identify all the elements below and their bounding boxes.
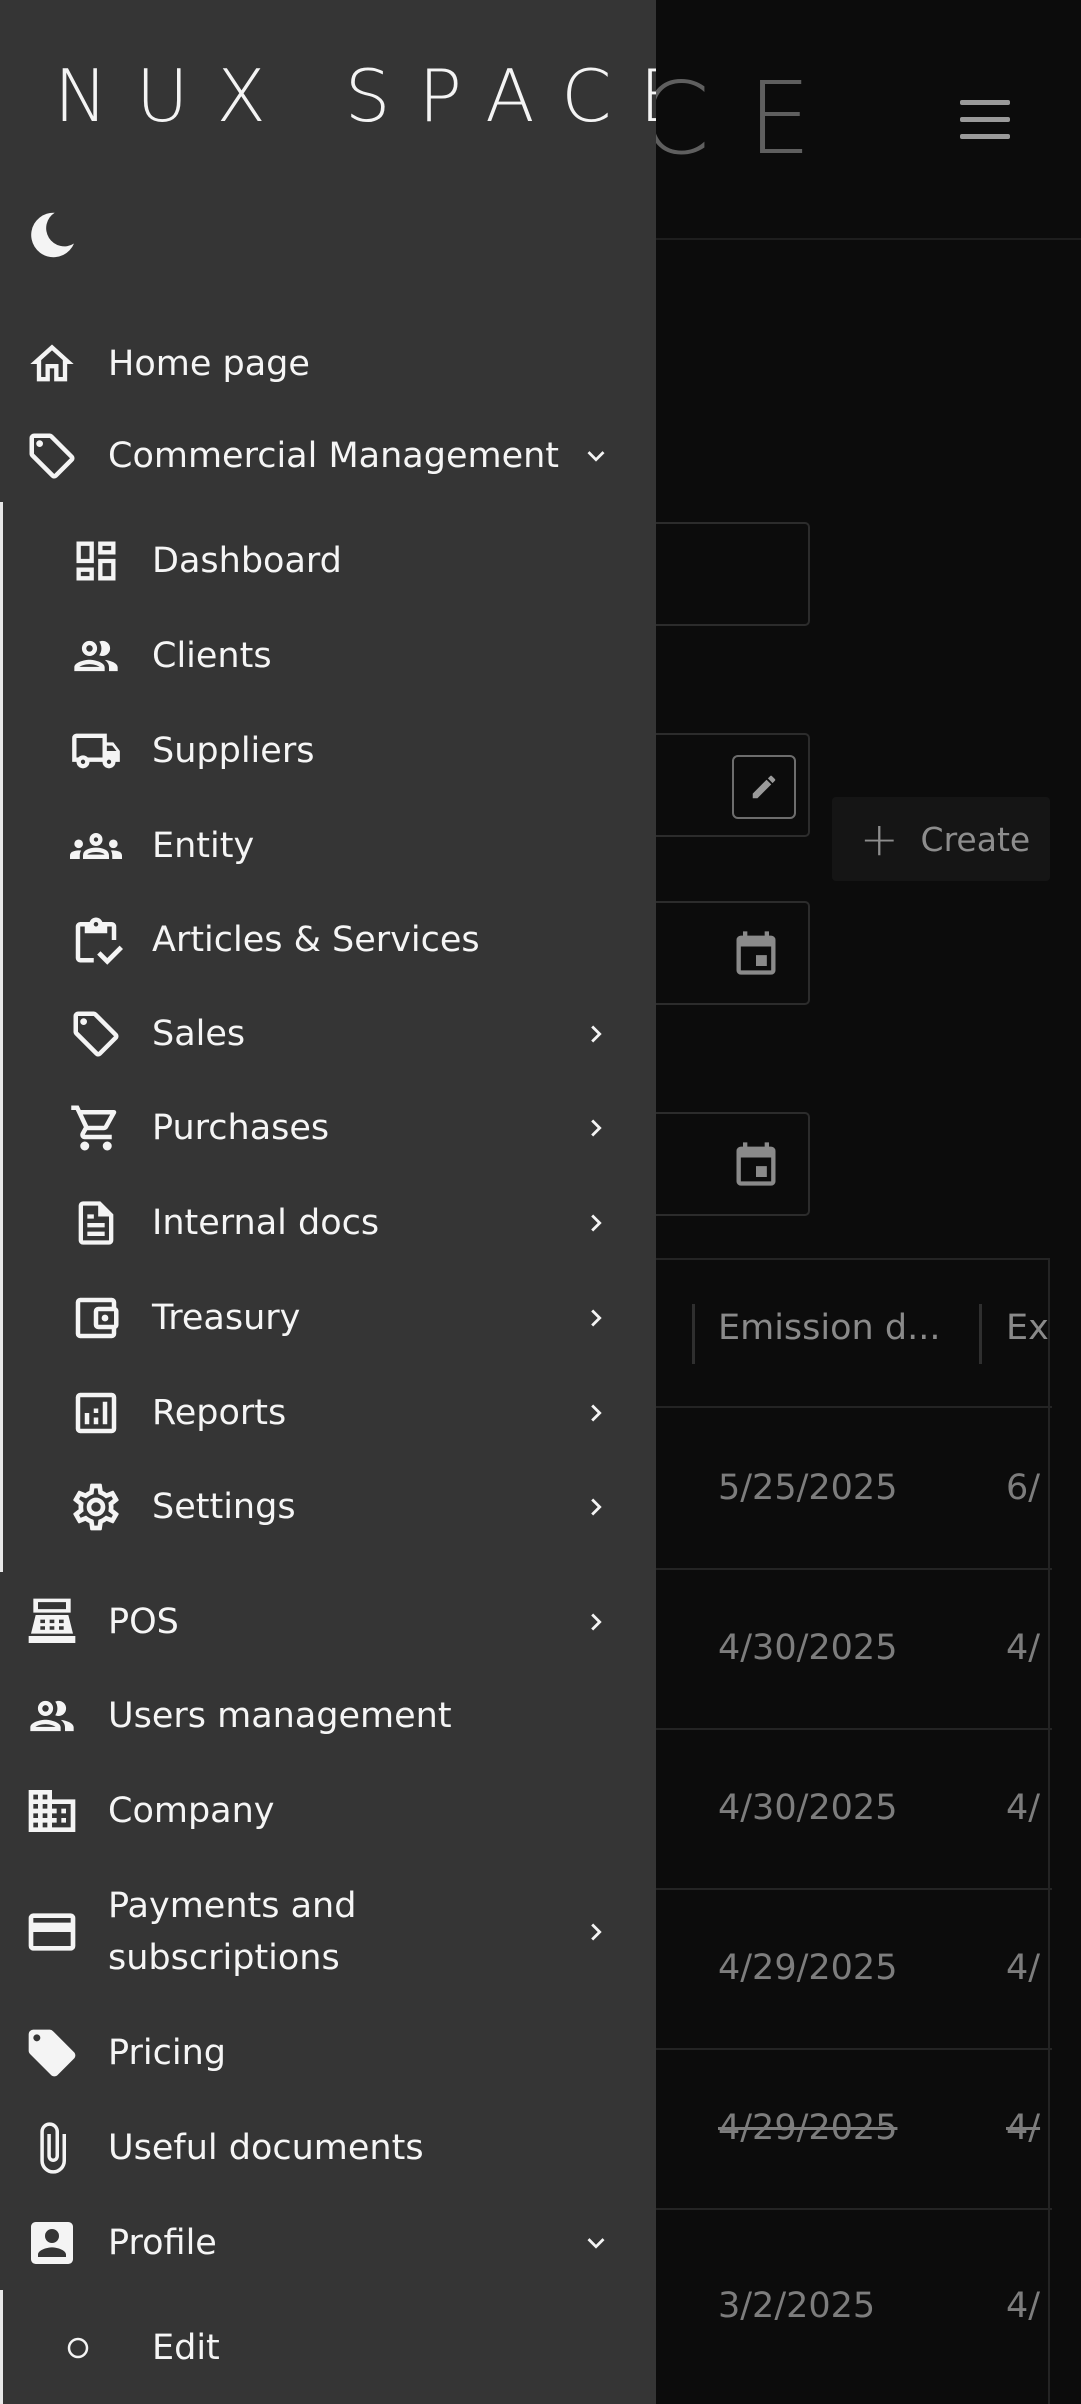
chevron-right-icon[interactable] xyxy=(566,1193,626,1253)
chevron-down-icon[interactable] xyxy=(566,426,626,486)
home-icon xyxy=(22,334,82,394)
paperclip-icon xyxy=(22,2118,82,2178)
report-chart-icon xyxy=(66,1383,126,1443)
background-logo: CE xyxy=(640,60,850,177)
nav-item-settings[interactable]: Settings xyxy=(0,1477,656,1537)
create-button-label: Create xyxy=(920,819,1031,859)
nav-label: Sales xyxy=(152,1014,246,1054)
people-icon xyxy=(22,1686,82,1746)
tag-outline-icon xyxy=(22,426,82,486)
dashboard-icon xyxy=(66,531,126,591)
nav-item-users-management[interactable]: Users management xyxy=(0,1686,656,1746)
nav-item-pos[interactable]: POS xyxy=(0,1592,656,1652)
nav-item-articles-services[interactable]: Articles & Services xyxy=(0,910,656,970)
chevron-right-icon[interactable] xyxy=(566,1383,626,1443)
moon-icon[interactable] xyxy=(24,205,84,265)
building-icon xyxy=(22,1781,82,1841)
chevron-right-icon[interactable] xyxy=(566,1288,626,1348)
nav-item-entity[interactable]: Entity xyxy=(0,816,656,876)
chevron-right-icon[interactable] xyxy=(566,1004,626,1064)
document-icon xyxy=(66,1193,126,1253)
nav-item-sales[interactable]: Sales xyxy=(0,1004,656,1064)
navigation-drawer: NUX SPACE Home page Commercial Managemen… xyxy=(0,0,656,2404)
nav-label: Clients xyxy=(152,636,272,676)
nav-label: Settings xyxy=(152,1487,296,1527)
table-row[interactable]: 4/29/2025 4/ xyxy=(602,2050,1052,2210)
nav-label: Edit xyxy=(152,2328,220,2368)
nav-item-profile[interactable]: Profile xyxy=(0,2213,656,2273)
nav-item-useful-documents[interactable]: Useful documents xyxy=(0,2118,656,2178)
documents-table: Emission d... Ex 5/25/2025 6/ 4/30/2025 … xyxy=(600,1258,1052,2404)
nav-item-suppliers[interactable]: Suppliers xyxy=(0,721,656,781)
table-row[interactable]: 4/30/2025 4/ xyxy=(602,1730,1052,1890)
nav-item-home-page[interactable]: Home page xyxy=(0,334,656,394)
nav-item-internal-docs[interactable]: Internal docs xyxy=(0,1193,656,1253)
table-row[interactable]: 4/29/2025 4/ xyxy=(602,1890,1052,2050)
nav-label: Useful documents xyxy=(108,2128,424,2168)
nav-item-pricing[interactable]: Pricing xyxy=(0,2023,656,2083)
nav-label: Entity xyxy=(152,826,255,866)
nav-label: Treasury xyxy=(152,1298,301,1338)
calendar-icon[interactable] xyxy=(728,925,784,981)
nav-label: Pricing xyxy=(108,2033,226,2073)
people-icon xyxy=(66,626,126,686)
nav-item-company[interactable]: Company xyxy=(0,1781,656,1841)
table-row[interactable]: 5/25/2025 6/ xyxy=(602,1410,1052,1570)
account-box-icon xyxy=(22,2213,82,2273)
nav-item-treasury[interactable]: Treasury xyxy=(0,1288,656,1348)
chevron-right-icon[interactable] xyxy=(566,1592,626,1652)
nav-item-commercial-management[interactable]: Commercial Management xyxy=(0,426,656,486)
nav-label: Purchases xyxy=(152,1108,330,1148)
tag-filled-icon xyxy=(22,2023,82,2083)
table-row[interactable]: 4/30/2025 4/ xyxy=(602,1570,1052,1730)
edit-pencil-icon[interactable] xyxy=(732,755,796,819)
nav-label: Users management xyxy=(108,1696,452,1736)
nav-label: Home page xyxy=(108,344,310,384)
nav-label: Internal docs xyxy=(152,1203,380,1243)
plus-icon: + xyxy=(860,812,899,866)
nav-item-purchases[interactable]: Purchases xyxy=(0,1098,656,1158)
calendar-icon[interactable] xyxy=(728,1136,784,1192)
nav-item-edit[interactable]: Edit xyxy=(0,2318,656,2378)
nav-label: Suppliers xyxy=(152,731,315,771)
nav-label: Commercial Management xyxy=(108,436,560,476)
cash-register-icon xyxy=(22,1592,82,1652)
nav-item-payments-subscriptions[interactable]: Payments and subscriptions xyxy=(0,1880,656,1984)
tag-outline-icon xyxy=(66,1004,126,1064)
credit-card-icon xyxy=(22,1902,82,1962)
gear-icon xyxy=(66,1477,126,1537)
nav-item-reports[interactable]: Reports xyxy=(0,1383,656,1443)
wallet-icon xyxy=(66,1288,126,1348)
column-header[interactable]: Ex xyxy=(1006,1308,1049,1348)
hamburger-menu-icon[interactable] xyxy=(960,100,1014,140)
nav-label: Articles & Services xyxy=(152,920,480,960)
truck-icon xyxy=(66,721,126,781)
create-button[interactable]: + Create xyxy=(832,797,1050,881)
nav-label: Company xyxy=(108,1791,275,1831)
table-row[interactable]: 3/2/2025 4/ xyxy=(602,2210,1052,2404)
chevron-right-icon[interactable] xyxy=(566,1098,626,1158)
chevron-down-icon[interactable] xyxy=(566,2213,626,2273)
chevron-right-icon[interactable] xyxy=(566,1477,626,1537)
nav-label: Dashboard xyxy=(152,541,342,581)
chevron-right-icon[interactable] xyxy=(566,1902,626,1962)
table-header: Emission d... Ex xyxy=(602,1260,1052,1408)
nav-label: subscriptions xyxy=(108,1938,340,1978)
circle-outline-icon xyxy=(48,2318,108,2378)
nav-label: Payments and xyxy=(108,1886,357,1926)
app-logo[interactable]: NUX SPACE xyxy=(54,54,656,138)
groups-icon xyxy=(66,816,126,876)
cart-icon xyxy=(66,1098,126,1158)
clipboard-check-icon xyxy=(66,910,126,970)
nav-label: Profile xyxy=(108,2223,217,2263)
nav-label: POS xyxy=(108,1602,179,1642)
nav-item-clients[interactable]: Clients xyxy=(0,626,656,686)
column-header[interactable]: Emission d... xyxy=(718,1308,940,1348)
nav-item-dashboard[interactable]: Dashboard xyxy=(0,531,656,591)
nav-label: Reports xyxy=(152,1393,287,1433)
